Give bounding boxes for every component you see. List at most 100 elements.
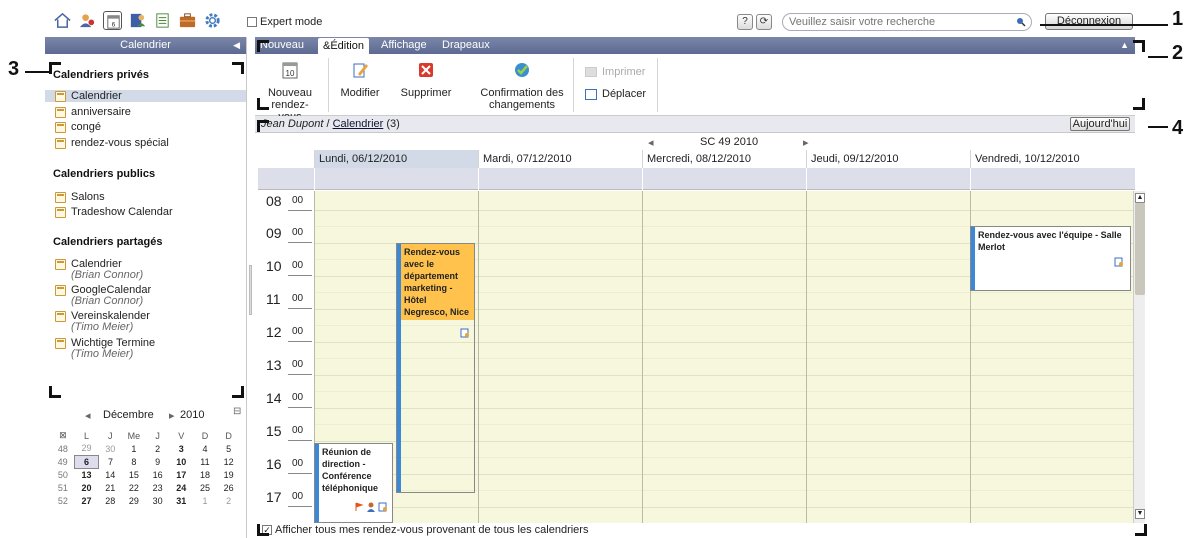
modify-button[interactable]: Modifier (338, 60, 382, 99)
calendar-item-private-1[interactable]: anniversaire (55, 106, 131, 118)
day-cell[interactable]: 9 (146, 455, 170, 468)
panel-splitter[interactable] (249, 265, 252, 315)
appointment-details-icon[interactable] (1114, 257, 1124, 267)
day-header-thursday[interactable]: Jeudi, 09/12/2010 (806, 150, 970, 168)
scroll-thumb[interactable] (1135, 203, 1145, 295)
calendar-item-shared-2[interactable]: Vereinskalender (Timo Meier) (55, 310, 150, 333)
search-icon[interactable] (1016, 17, 1026, 27)
day-cell[interactable]: 26 (217, 481, 241, 494)
collapse-left-icon[interactable]: ◀ (233, 37, 240, 54)
week-number[interactable]: 52 (51, 494, 75, 507)
prev-month-icon[interactable]: ◂ (85, 409, 91, 422)
day-cell[interactable]: 3 (169, 442, 193, 455)
day-cell[interactable]: 14 (98, 468, 122, 481)
day-cell[interactable]: 31 (169, 494, 193, 507)
today-button[interactable]: Aujourd'hui (1070, 117, 1130, 131)
day-header-monday[interactable]: Lundi, 06/12/2010 (314, 150, 478, 168)
day-cell[interactable]: 27 (75, 494, 99, 507)
calendar-icon[interactable]: 6 (103, 11, 122, 30)
appointment-marketing[interactable]: Rendez-vous avec le département marketin… (396, 243, 475, 493)
tab-drapeaux[interactable]: Drapeaux (437, 37, 495, 54)
day-cell-today[interactable]: 6 (74, 454, 99, 469)
day-cell[interactable]: 4 (193, 442, 217, 455)
week-number[interactable]: 51 (51, 481, 75, 494)
tab-edition[interactable]: &Édition (318, 38, 369, 54)
expert-mode-checkbox[interactable] (247, 17, 257, 27)
participants-icon[interactable] (366, 502, 376, 512)
day-cell[interactable]: 15 (122, 468, 146, 481)
day-cell[interactable]: 8 (122, 455, 146, 468)
calendar-item-public-1[interactable]: Tradeshow Calendar (55, 206, 173, 218)
grid-scrollbar[interactable]: ▲ ▼ (1133, 191, 1145, 523)
home-icon[interactable] (53, 11, 72, 30)
day-cell[interactable]: 25 (193, 481, 217, 494)
day-cell[interactable]: 5 (217, 442, 241, 455)
tasks-icon[interactable] (153, 11, 172, 30)
mini-calendar-month[interactable]: Décembre (103, 409, 154, 421)
appointment-team-meeting[interactable]: Rendez-vous avec l'équipe - Salle Merlot (970, 226, 1131, 291)
all-day-cell[interactable] (478, 168, 479, 190)
day-cell[interactable]: 21 (98, 481, 122, 494)
all-day-cell[interactable] (314, 168, 315, 190)
new-appointment-button[interactable]: 10 Nouveau rendez-vous (260, 60, 320, 123)
help-button[interactable]: ? (737, 14, 753, 30)
contacts-icon[interactable] (128, 11, 147, 30)
collapse-ribbon-icon[interactable]: ▲ (1120, 37, 1129, 54)
day-cell[interactable]: 18 (193, 468, 217, 481)
day-cell[interactable]: 1 (122, 442, 146, 455)
show-all-calendars-toggle[interactable]: ✓ Afficher tous mes rendez-vous provenan… (262, 524, 588, 536)
move-button[interactable]: Déplacer (585, 88, 646, 100)
calendar-item-shared-1[interactable]: GoogleCalendar (Brian Connor) (55, 284, 151, 307)
week-number[interactable]: 50 (51, 468, 75, 481)
day-cell[interactable]: 17 (169, 468, 193, 481)
next-week-icon[interactable]: ▸ (803, 136, 809, 149)
day-cell[interactable]: 29 (122, 494, 146, 507)
week-number[interactable]: 49 (51, 455, 75, 468)
appointment-details-icon[interactable] (378, 502, 388, 512)
all-day-cell[interactable] (806, 168, 807, 190)
day-cell[interactable]: 16 (146, 468, 170, 481)
refresh-button[interactable]: ⟳ (756, 14, 772, 30)
print-button[interactable]: Imprimer (585, 66, 645, 78)
day-cell[interactable]: 28 (98, 494, 122, 507)
day-cell[interactable]: 12 (217, 455, 241, 468)
day-cell[interactable]: 20 (75, 481, 99, 494)
prev-week-icon[interactable]: ◂ (648, 136, 654, 149)
day-header-friday[interactable]: Vendredi, 10/12/2010 (970, 150, 1134, 168)
breadcrumb-calendar-link[interactable]: Calendrier (333, 118, 384, 130)
calendar-grid[interactable]: 08 00 09 00 10 00 11 00 12 00 13 00 14 00 15 00 … (258, 191, 1134, 523)
day-header-tuesday[interactable]: Mardi, 07/12/2010 (478, 150, 642, 168)
day-cell[interactable]: 10 (169, 455, 193, 468)
minimize-icon[interactable]: ⊟ (233, 406, 241, 417)
confirm-changes-button[interactable]: Confirmation des changements (477, 60, 567, 111)
all-day-row[interactable] (258, 168, 1135, 190)
day-header-wednesday[interactable]: Mercredi, 08/12/2010 (642, 150, 806, 168)
search-input[interactable] (782, 13, 1032, 31)
all-day-cell[interactable] (970, 168, 971, 190)
day-cell[interactable]: 2 (146, 442, 170, 455)
mini-calendar-year[interactable]: 2010 (180, 409, 204, 421)
next-month-icon[interactable]: ▸ (169, 409, 175, 422)
week-number[interactable]: 48 (51, 442, 75, 455)
logout-button[interactable]: Déconnexion (1045, 13, 1133, 30)
day-cell[interactable]: 1 (193, 494, 217, 507)
scroll-up-icon[interactable]: ▲ (1135, 193, 1145, 203)
day-cell[interactable]: 23 (146, 481, 170, 494)
day-cell[interactable]: 30 (146, 494, 170, 507)
all-day-cell[interactable] (642, 168, 643, 190)
day-cell[interactable]: 29 (75, 442, 99, 455)
gear-icon[interactable] (203, 11, 222, 30)
users-icon[interactable] (78, 11, 97, 30)
appointment-direction-meeting[interactable]: Réunion de direction - Conférence téléph… (314, 443, 393, 523)
day-cell[interactable]: 13 (75, 468, 99, 481)
mini-calendar-week-icon[interactable]: ⊠ (51, 429, 75, 442)
briefcase-icon[interactable] (178, 11, 197, 30)
calendar-item-shared-0[interactable]: Calendrier (Brian Connor) (55, 258, 143, 281)
day-cell[interactable]: 30 (98, 442, 122, 455)
calendar-item-private-2[interactable]: congé (55, 121, 101, 133)
day-cell[interactable]: 11 (193, 455, 217, 468)
calendar-item-public-0[interactable]: Salons (55, 191, 105, 203)
tab-affichage[interactable]: Affichage (376, 37, 432, 54)
scroll-down-icon[interactable]: ▼ (1135, 509, 1145, 519)
appointment-details-icon[interactable] (460, 328, 470, 338)
